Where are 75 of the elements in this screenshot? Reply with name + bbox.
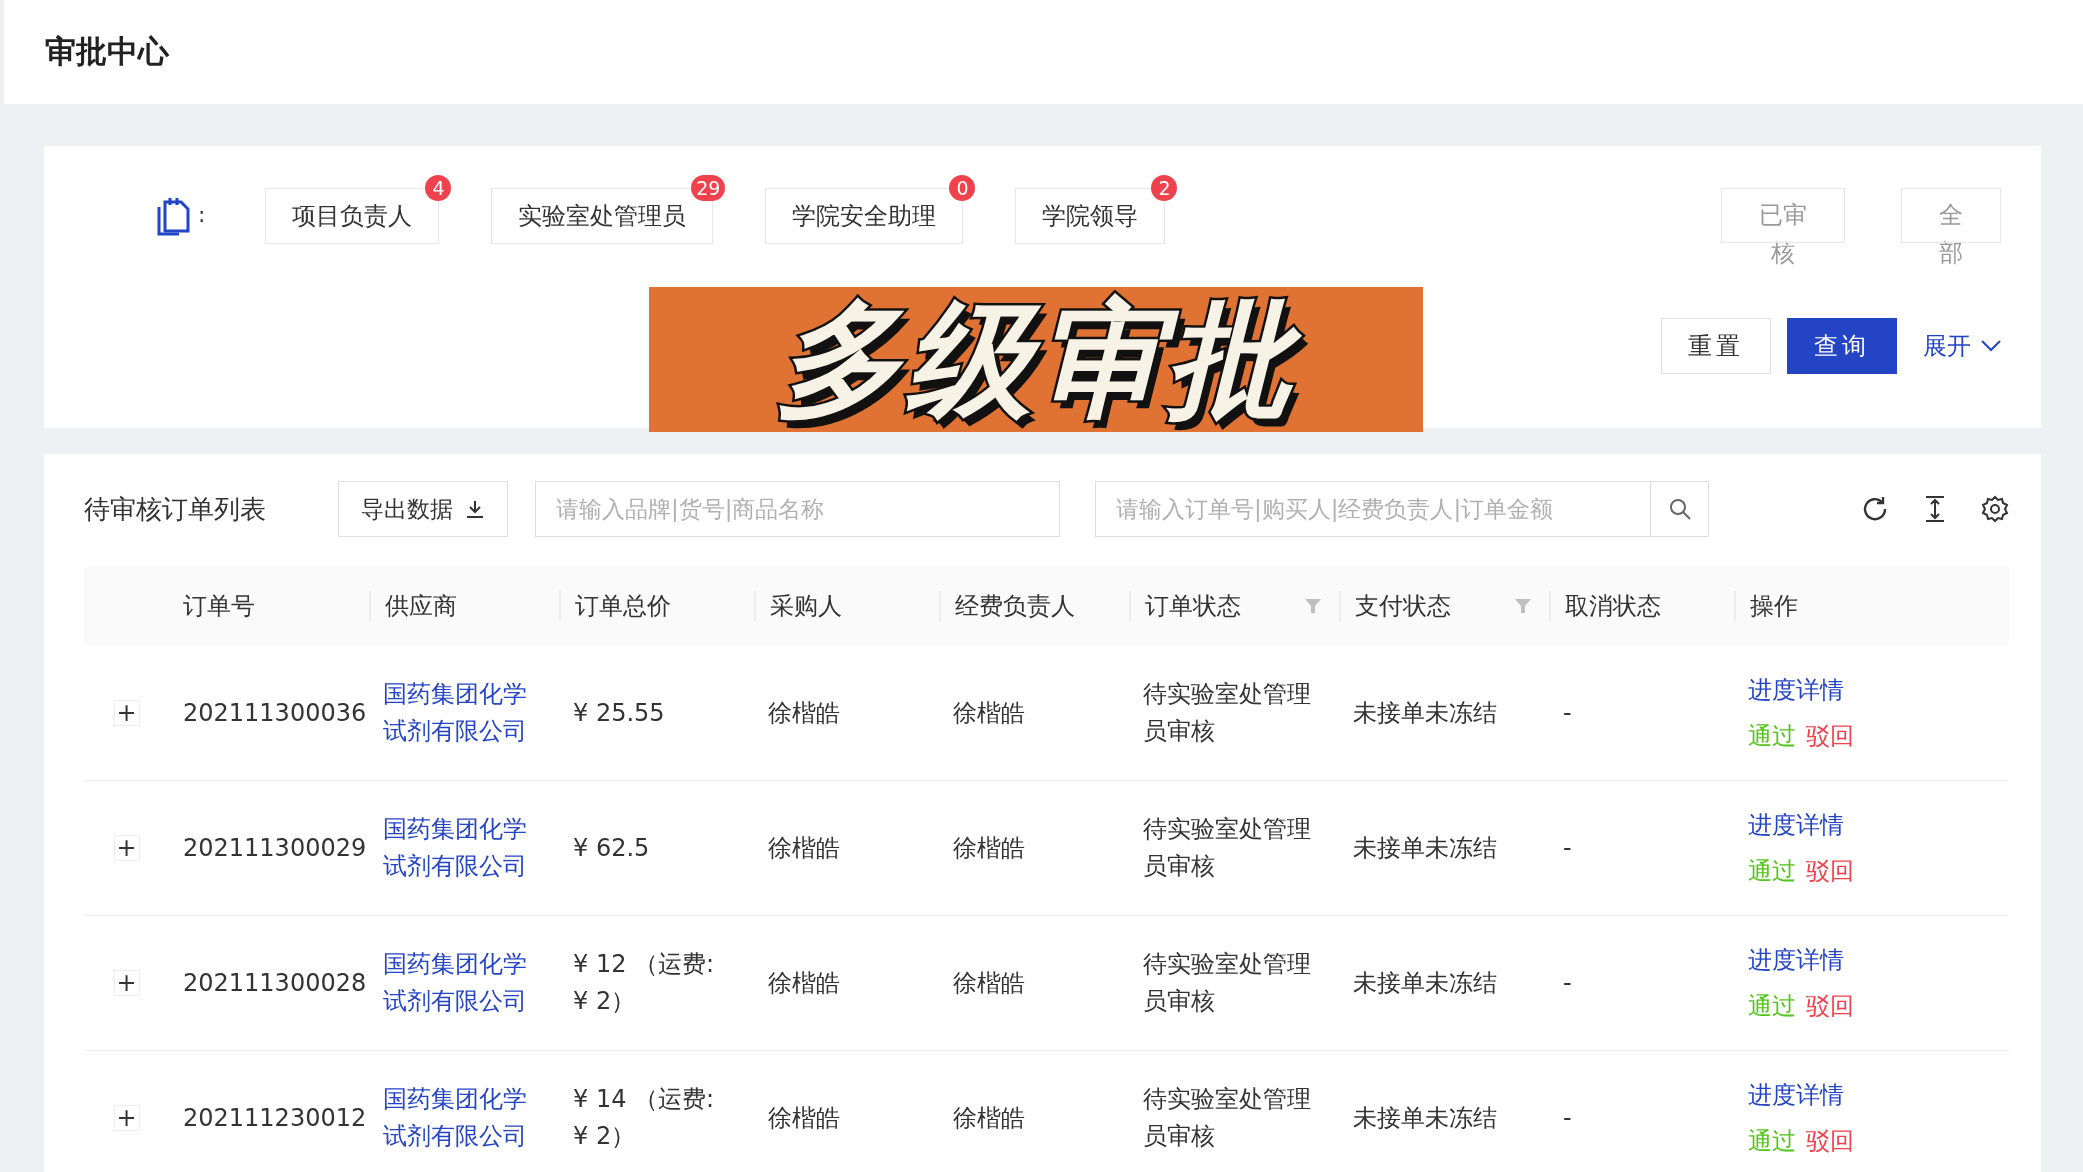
refresh-icon[interactable] <box>1861 495 1889 523</box>
reject-link[interactable]: 驳回 <box>1806 855 1854 887</box>
fund-owner-name: 徐楷皓 <box>953 1104 1025 1132</box>
order-status: 待实验室处管理员审核 <box>1143 814 1312 882</box>
fund-owner-name: 徐楷皓 <box>953 699 1025 727</box>
list-title: 待审核订单列表 <box>84 492 267 526</box>
label-colon: : <box>198 202 206 227</box>
expand-link[interactable]: 展开 <box>1923 330 2001 362</box>
payment-status: 未接单未冻结 <box>1353 699 1497 727</box>
buyer-name: 徐楷皓 <box>768 1104 840 1132</box>
expand-row-button[interactable]: + <box>113 835 140 861</box>
order-status: 待实验室处管理员审核 <box>1143 1084 1312 1152</box>
buyer-name: 徐楷皓 <box>768 834 840 862</box>
reject-link[interactable]: 驳回 <box>1806 990 1854 1022</box>
supplier-link[interactable]: 国药集团化学试剂有限公司 <box>383 1081 533 1155</box>
expand-row-button[interactable]: + <box>113 970 140 996</box>
count-badge: 2 <box>1151 175 1178 201</box>
page-title: 审批中心 <box>45 32 169 71</box>
order-number: 202111300036 <box>183 699 367 727</box>
download-icon <box>465 499 485 519</box>
order-number: 202111230012 <box>183 1104 367 1132</box>
column-header: 经费负责人 <box>955 591 1075 622</box>
order-status: 待实验室处管理员审核 <box>1143 949 1312 1017</box>
search-button[interactable] <box>1651 481 1709 537</box>
column-height-icon[interactable] <box>1923 495 1947 523</box>
column-header: 操作 <box>1750 591 1798 622</box>
column-header: 订单状态 <box>1145 591 1241 622</box>
product-search-field[interactable]: 请输入品牌|货号|商品名称 <box>535 481 1060 537</box>
column-header: 取消状态 <box>1565 591 1661 622</box>
order-total: ¥ 62.5 <box>573 832 651 864</box>
supplier-link[interactable]: 国药集团化学试剂有限公司 <box>383 946 533 1020</box>
reject-link[interactable]: 驳回 <box>1806 720 1854 752</box>
cancel-status: - <box>1563 969 1572 997</box>
cancel-status: - <box>1563 1104 1572 1132</box>
column-header: 支付状态 <box>1355 591 1451 622</box>
clipboard-icon <box>156 196 190 236</box>
supplier-link[interactable]: 国药集团化学试剂有限公司 <box>383 676 533 750</box>
order-search-field[interactable]: 请输入订单号|购买人|经费负责人|订单金额 <box>1095 481 1651 537</box>
payment-status: 未接单未冻结 <box>1353 834 1497 862</box>
order-total: ¥ 25.55 <box>573 697 666 729</box>
payment-status: 未接单未冻结 <box>1353 1104 1497 1132</box>
expand-row-button[interactable]: + <box>113 1105 140 1131</box>
order-total: ¥ 12 （运费:¥ 2） <box>573 949 716 1017</box>
query-button[interactable]: 查询 <box>1787 318 1897 374</box>
reject-link[interactable]: 驳回 <box>1806 1125 1854 1157</box>
cancel-status: - <box>1563 699 1572 727</box>
supplier-link[interactable]: 国药集团化学试剂有限公司 <box>383 811 533 885</box>
buyer-name: 徐楷皓 <box>768 699 840 727</box>
cancel-status: - <box>1563 834 1572 862</box>
payment-status: 未接单未冻结 <box>1353 969 1497 997</box>
detail-link[interactable]: 进度详情 <box>1748 1079 1908 1111</box>
count-badge: 29 <box>691 175 726 201</box>
count-badge: 0 <box>949 175 976 201</box>
column-header: 订单号 <box>183 591 255 622</box>
settings-icon[interactable] <box>1981 495 2009 523</box>
detail-link[interactable]: 进度详情 <box>1748 809 1908 841</box>
fund-owner-name: 徐楷皓 <box>953 969 1025 997</box>
count-badge: 4 <box>425 175 452 201</box>
column-header: 订单总价 <box>575 591 671 622</box>
order-status: 待实验室处管理员审核 <box>1143 679 1312 747</box>
order-total: ¥ 14 （运费:¥ 2） <box>573 1084 716 1152</box>
column-header: 供应商 <box>385 591 457 622</box>
detail-link[interactable]: 进度详情 <box>1748 674 1908 706</box>
detail-link[interactable]: 进度详情 <box>1748 944 1908 976</box>
chevron-down-icon <box>1981 340 2001 352</box>
expand-row-button[interactable]: + <box>113 700 140 726</box>
reset-button[interactable]: 重置 <box>1661 318 1771 374</box>
search-icon <box>1667 497 1692 521</box>
order-number: 202111300029 <box>183 834 367 862</box>
order-number: 202111300028 <box>183 969 367 997</box>
fund-owner-name: 徐楷皓 <box>953 834 1025 862</box>
caption-banner: 多级审批 <box>649 287 1423 432</box>
column-header: 采购人 <box>770 591 842 622</box>
export-button[interactable]: 导出数据 <box>338 481 508 537</box>
buyer-name: 徐楷皓 <box>768 969 840 997</box>
